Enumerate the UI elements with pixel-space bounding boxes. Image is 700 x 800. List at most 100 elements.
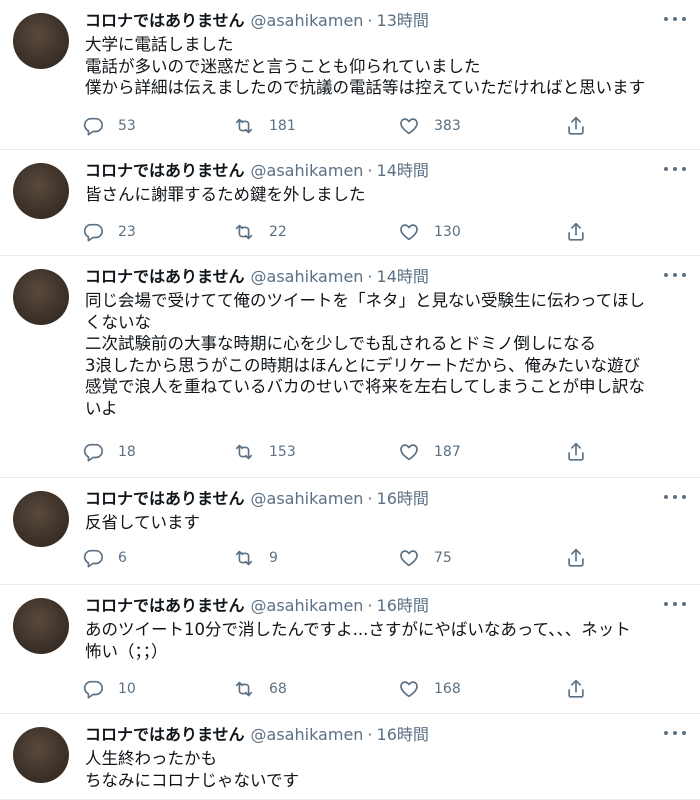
author-handle[interactable]: @asahikamen	[251, 596, 364, 615]
avatar[interactable]	[13, 598, 69, 654]
retweet-button[interactable]: 153	[233, 440, 296, 464]
retweet-button[interactable]: 181	[233, 114, 296, 138]
tweet-text-line: 怖い（；；）	[85, 641, 168, 661]
timestamp[interactable]: 16時間	[377, 596, 429, 615]
timestamp[interactable]: 16時間	[377, 725, 429, 744]
tweet-text: 同じ会場で受けてて俺のツイートを「ネタ」と見ない受験生に伝わってほし くないな二次…	[85, 290, 690, 419]
retweet-button[interactable]: 68	[233, 677, 287, 701]
tweet-text: 皆さんに謝罪するため鍵を外しました	[85, 184, 690, 206]
like-button[interactable]: 75	[398, 546, 452, 570]
more-icon[interactable]	[664, 596, 686, 612]
avatar[interactable]	[13, 163, 69, 219]
share-icon	[565, 115, 587, 137]
avatar[interactable]	[13, 727, 69, 783]
share-button[interactable]	[565, 440, 587, 464]
reply-button[interactable]: 6	[82, 546, 127, 570]
retweet-count: 181	[269, 118, 296, 134]
tweet-actions: 6 9 75	[0, 546, 700, 570]
tweet[interactable]: コロナではありません @asahikamen · 14時間 同じ会場で受けてて俺のツイー…	[0, 256, 700, 478]
reply-icon	[82, 678, 104, 700]
share-icon	[565, 678, 587, 700]
retweet-button[interactable]: 9	[233, 546, 278, 570]
retweet-icon	[233, 678, 255, 700]
like-button[interactable]: 187	[398, 440, 461, 464]
timestamp[interactable]: 14時間	[377, 267, 429, 286]
reply-count: 23	[118, 224, 136, 240]
tweet[interactable]: コロナではありません @asahikamen · 16時間 反省しています 6 9 75	[0, 478, 700, 585]
retweet-icon	[233, 441, 255, 463]
tweet-header: コロナではありません @asahikamen · 14時間	[85, 161, 654, 181]
tweet-text: 大学に電話しました 電話が多いので迷惑だと言うことも仰られていました 僕から詳細は伝…	[85, 34, 690, 99]
reply-button[interactable]: 10	[82, 677, 136, 701]
author-name[interactable]: コロナではありません	[85, 725, 245, 744]
author-handle[interactable]: @asahikamen	[251, 725, 364, 744]
share-icon	[565, 221, 587, 243]
more-icon[interactable]	[664, 489, 686, 505]
author-handle[interactable]: @asahikamen	[251, 489, 364, 508]
author-name[interactable]: コロナではありません	[85, 489, 245, 508]
tweet[interactable]: コロナではありません @asahikamen · 13時間 大学に電話しました 電話が多い…	[0, 0, 700, 150]
more-icon[interactable]	[664, 11, 686, 27]
like-count: 168	[434, 681, 461, 697]
more-icon[interactable]	[664, 725, 686, 741]
like-count: 187	[434, 444, 461, 460]
like-button[interactable]: 168	[398, 677, 461, 701]
tweet-text-line: 二次試験前の大事な時期に心を少しでも乱されるとドミノ倒しになる	[85, 334, 597, 353]
share-button[interactable]	[565, 114, 587, 138]
like-count: 383	[434, 118, 461, 134]
avatar[interactable]	[13, 491, 69, 547]
avatar[interactable]	[13, 13, 69, 69]
tweet-actions: 53 181 383	[0, 114, 700, 138]
reply-button[interactable]: 18	[82, 440, 136, 464]
tweet[interactable]: コロナではありません @asahikamen · 16時間あのツイート10分で消したん…	[0, 585, 700, 714]
tweet-text: 反省しています	[85, 512, 690, 534]
retweet-button[interactable]: 22	[233, 220, 287, 244]
share-icon	[565, 547, 587, 569]
like-button[interactable]: 130	[398, 220, 461, 244]
retweet-count: 9	[269, 550, 278, 566]
tweet-text-line: 電話が多いので迷惑だと言うことも仰られていました	[85, 56, 481, 76]
timestamp[interactable]: 13時間	[377, 11, 429, 30]
tweet-text-line: ちなみにコロナじゃないです	[85, 770, 300, 790]
tweet-header: コロナではありません @asahikamen · 14時間	[85, 267, 654, 287]
share-icon	[565, 441, 587, 463]
tweet[interactable]: コロナではありません @asahikamen · 14時間 皆さんに謝罪するため鍵を外し…	[0, 150, 700, 256]
timestamp[interactable]: 14時間	[377, 161, 429, 180]
reply-button[interactable]: 53	[82, 114, 136, 138]
author-name[interactable]: コロナではありません	[85, 267, 245, 286]
share-button[interactable]	[565, 677, 587, 701]
tweet-header: コロナではありません @asahikamen · 16時間	[85, 489, 654, 509]
author-name[interactable]: コロナではありません	[85, 596, 245, 615]
author-name[interactable]: コロナではありません	[85, 11, 245, 30]
like-button[interactable]: 383	[398, 114, 461, 138]
tweet-text-line: あのツイート10分で消したんですよ...さすがにやばいなあって、、、ネット	[85, 620, 631, 639]
separator-dot: ·	[367, 161, 373, 180]
author-name[interactable]: コロナではありません	[85, 161, 245, 180]
avatar[interactable]	[13, 269, 69, 325]
separator-dot: ·	[367, 596, 373, 615]
timeline: コロナではありません @asahikamen · 13時間 大学に電話しました 電話が多い…	[0, 0, 700, 800]
tweet-text-line: 同じ会場で受けてて俺のツイートを「ネタ」と見ない受験生に伝わってほし	[85, 291, 646, 310]
share-button[interactable]	[565, 220, 587, 244]
reply-button[interactable]: 23	[82, 220, 136, 244]
retweet-count: 22	[269, 224, 287, 240]
retweet-icon	[233, 115, 255, 137]
author-handle[interactable]: @asahikamen	[251, 161, 364, 180]
retweet-icon	[233, 221, 255, 243]
tweet-header: コロナではありません @asahikamen · 16時間	[85, 596, 654, 616]
tweet-text-line: くないな	[85, 312, 151, 332]
more-icon[interactable]	[664, 161, 686, 177]
heart-icon	[398, 221, 420, 243]
heart-icon	[398, 441, 420, 463]
tweet[interactable]: コロナではありません @asahikamen · 16時間 人生終わったかも ちなみにコロ…	[0, 714, 700, 800]
reply-icon	[82, 547, 104, 569]
more-icon[interactable]	[664, 267, 686, 283]
timestamp[interactable]: 16時間	[377, 489, 429, 508]
share-button[interactable]	[565, 546, 587, 570]
author-handle[interactable]: @asahikamen	[251, 11, 364, 30]
author-handle[interactable]: @asahikamen	[251, 267, 364, 286]
tweet-text-line: 感覚で浪人を重ねているバカのせいで将来を左右してしまうことが申し訳な	[85, 377, 646, 396]
tweet-text-line: 3浪したから思うがこの時期はほんとにデリケートだから、俺みたいな遊び	[85, 355, 640, 375]
reply-count: 10	[118, 681, 136, 697]
tweet-text-line: 皆さんに謝罪するため鍵を外しました	[85, 185, 366, 204]
